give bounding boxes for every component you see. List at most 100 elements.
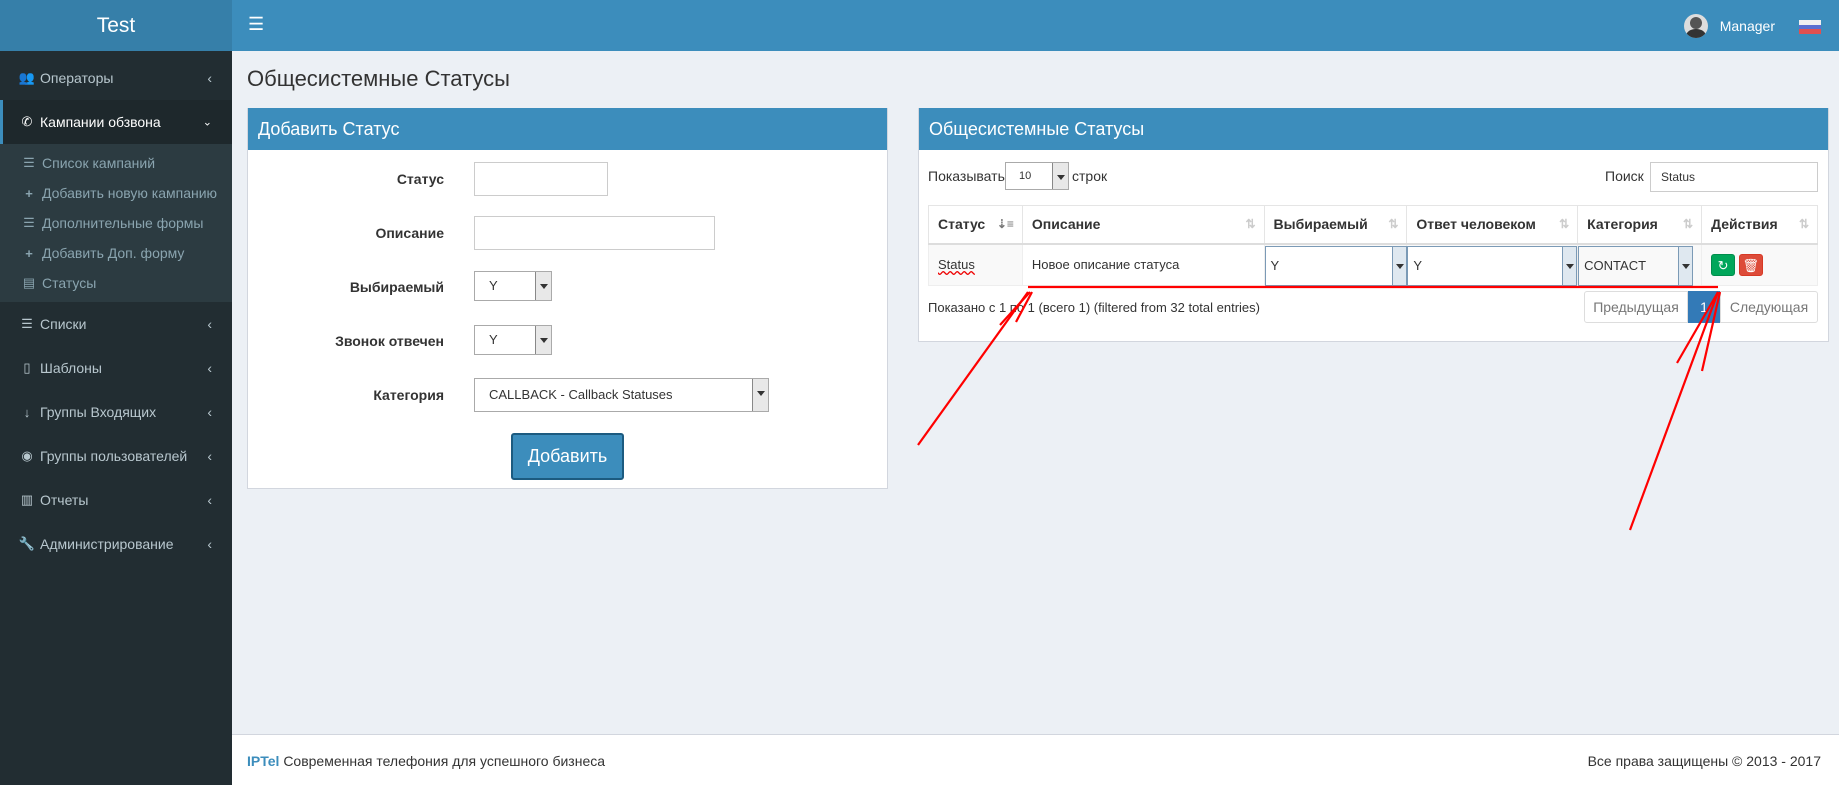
column-header-description[interactable]: Описание ⇅ bbox=[1021, 205, 1265, 245]
statuses-table: Статус ⇣≡ Описание ⇅ Выбираемый ⇅ Ответ чел… bbox=[928, 205, 1818, 286]
refresh-button[interactable]: ↻ bbox=[1711, 253, 1736, 276]
selectable-value: Y bbox=[1270, 257, 1280, 273]
sidebar-item-reports[interactable]: ▥ Отчеты ‹ bbox=[0, 478, 232, 522]
sidebar-item-user-groups[interactable]: ◉ Группы пользователей ‹ bbox=[0, 434, 232, 478]
selectable-select[interactable]: Y bbox=[474, 271, 552, 301]
chevron-left-icon: ‹ bbox=[207, 360, 212, 376]
row-selectable-select[interactable]: Y bbox=[1264, 245, 1407, 286]
sidebar-item-lists[interactable]: ☰ Списки ‹ bbox=[0, 302, 232, 346]
sort-icon: ⇅ bbox=[1798, 217, 1809, 231]
table-info: Показано с 1 по 1 (всего 1) (filtered fr… bbox=[928, 300, 1260, 315]
answered-value: Y bbox=[489, 332, 498, 347]
sidebar-item-operators[interactable]: 👥 Операторы ‹ bbox=[0, 56, 232, 100]
sidebar-item-label: Отчеты bbox=[40, 492, 89, 508]
status-value: Status bbox=[938, 257, 975, 273]
panel-title: Общесистемные Статусы bbox=[919, 108, 1828, 150]
column-header-status[interactable]: Статус ⇣≡ bbox=[928, 205, 1023, 245]
refresh-icon: ↻ bbox=[1717, 257, 1729, 273]
sidebar-item-label: Группы пользователей bbox=[40, 448, 188, 464]
code-file-icon: ▯ bbox=[23, 360, 31, 375]
dropdown-arrow-icon bbox=[1052, 163, 1068, 189]
panel-title: Добавить Статус bbox=[248, 108, 887, 150]
app-logo[interactable]: Test bbox=[0, 0, 232, 51]
dropdown-arrow-icon bbox=[752, 379, 768, 411]
sidebar-subitem-extra-forms[interactable]: ☰ Дополнительные формы bbox=[0, 208, 232, 238]
sort-icon: ⇅ bbox=[1683, 217, 1694, 231]
sidebar-subitem-add-form[interactable]: + Добавить Доп. форму bbox=[0, 238, 232, 268]
sidebar-item-label: Операторы bbox=[40, 70, 114, 86]
hamburger-menu-icon[interactable]: ☰ bbox=[248, 14, 264, 35]
show-entries-label: Показывать bbox=[928, 168, 1005, 184]
phone-icon: ✆ bbox=[21, 114, 33, 129]
sort-icon: ⇅ bbox=[1388, 217, 1399, 231]
sidebar-item-label: Кампании обзвона bbox=[40, 114, 161, 130]
dropdown-arrow-icon bbox=[1562, 246, 1577, 285]
status-label: Статус bbox=[396, 171, 444, 187]
page-size-select[interactable]: 10 bbox=[1005, 162, 1069, 190]
users-icon: 👥 bbox=[18, 70, 36, 85]
previous-page-button[interactable]: Предыдущая bbox=[1584, 291, 1688, 323]
description-input[interactable] bbox=[474, 216, 715, 250]
column-header-human-answer[interactable]: Ответ человеком ⇅ bbox=[1406, 205, 1579, 245]
chevron-left-icon: ‹ bbox=[207, 316, 212, 332]
sort-icon: ⇅ bbox=[1559, 217, 1570, 231]
column-header-actions[interactable]: Действия ⇅ bbox=[1701, 205, 1818, 245]
chevron-left-icon: ‹ bbox=[207, 70, 212, 86]
top-navbar: ☰ Manager bbox=[232, 0, 1839, 51]
sidebar-subitem-campaign-list[interactable]: ☰ Список кампаний bbox=[0, 148, 232, 178]
sidebar-subitem-statuses[interactable]: ▤ Статусы bbox=[0, 268, 232, 298]
delete-button[interactable]: 🗑 bbox=[1738, 253, 1763, 276]
answered-label: Звонок отвечен bbox=[335, 333, 444, 349]
sidebar-subitem-label: Добавить Доп. форму bbox=[42, 245, 185, 261]
actions-cell: ↻ 🗑 bbox=[1701, 243, 1818, 286]
dropdown-arrow-icon bbox=[535, 272, 551, 300]
footer-copyright: Все права защищены © 2013 - 2017 bbox=[1587, 753, 1821, 769]
dropdown-arrow-icon bbox=[1678, 246, 1693, 285]
sidebar-item-inbound-groups[interactable]: ↓ Группы Входящих ‹ bbox=[0, 390, 232, 434]
table-icon: ▤ bbox=[22, 275, 36, 290]
sidebar-subitem-add-campaign[interactable]: + Добавить новую кампанию bbox=[0, 178, 232, 208]
description-value[interactable]: Новое описание статуса bbox=[1032, 257, 1179, 272]
sidebar-item-label: Группы Входящих bbox=[40, 404, 157, 420]
answered-select[interactable]: Y bbox=[474, 325, 552, 355]
russian-flag-icon[interactable] bbox=[1799, 20, 1821, 34]
sidebar-item-label: Списки bbox=[40, 316, 87, 332]
plus-icon: + bbox=[25, 245, 33, 261]
page-title: Общесистемные Статусы bbox=[247, 66, 510, 91]
add-status-button[interactable]: Добавить bbox=[511, 433, 624, 480]
category-select[interactable]: CALLBACK - Callback Statuses bbox=[474, 378, 769, 412]
footer-tagline: Современная телефония для успешного бизн… bbox=[283, 753, 606, 769]
status-cell: Status bbox=[928, 243, 1023, 286]
chevron-left-icon: ‹ bbox=[207, 448, 212, 464]
avatar bbox=[1683, 14, 1708, 38]
human-answer-value: Y bbox=[1413, 257, 1423, 273]
status-input[interactable] bbox=[474, 162, 608, 196]
search-input[interactable]: Status bbox=[1650, 162, 1818, 192]
column-label: Категория bbox=[1587, 216, 1658, 233]
current-page-button[interactable]: 1 bbox=[1688, 291, 1720, 323]
description-label: Описание bbox=[375, 225, 444, 241]
sidebar-item-templates[interactable]: ▯ Шаблоны ‹ bbox=[0, 346, 232, 390]
column-header-category[interactable]: Категория ⇅ bbox=[1577, 205, 1703, 245]
selectable-label: Выбираемый bbox=[349, 279, 444, 295]
category-label: Категория bbox=[373, 387, 444, 403]
chevron-left-icon: ‹ bbox=[207, 492, 212, 508]
row-category-select[interactable]: CONTACT bbox=[1578, 245, 1694, 286]
column-header-selectable[interactable]: Выбираемый ⇅ bbox=[1263, 205, 1408, 245]
bar-chart-icon: ▥ bbox=[20, 492, 34, 507]
sidebar-item-administration[interactable]: 🔧 Администрирование ‹ bbox=[0, 522, 232, 566]
chevron-left-icon: ‹ bbox=[207, 404, 212, 420]
sidebar-item-campaigns[interactable]: ✆ Кампании обзвона ⌄ bbox=[0, 100, 232, 144]
selectable-value: Y bbox=[489, 278, 498, 293]
column-label: Ответ человеком bbox=[1416, 216, 1536, 233]
column-label: Статус bbox=[938, 216, 986, 233]
column-label: Выбираемый bbox=[1273, 216, 1368, 233]
footer: IPTel Современная телефония для успешног… bbox=[232, 734, 1839, 785]
next-page-button[interactable]: Следующая bbox=[1720, 291, 1818, 323]
user-menu[interactable]: Manager bbox=[1683, 14, 1775, 38]
description-cell[interactable]: Новое описание статуса bbox=[1021, 243, 1265, 286]
row-human-answer-select[interactable]: Y bbox=[1407, 245, 1578, 286]
rows-label: строк bbox=[1072, 168, 1108, 184]
selectable-cell: Y bbox=[1263, 243, 1408, 286]
footer-brand-link[interactable]: IPTel bbox=[247, 753, 279, 769]
